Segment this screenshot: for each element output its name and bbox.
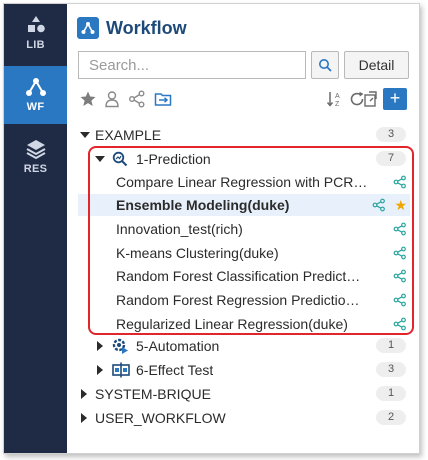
- automation-gear-icon: [112, 338, 128, 354]
- workflow-icon: [25, 78, 46, 96]
- folder-label: 6-Effect Test: [136, 362, 214, 378]
- folder-label: 5-Automation: [136, 338, 220, 354]
- favorite-star-icon[interactable]: ★: [394, 197, 407, 214]
- tree-item-workflow[interactable]: Innovation_test(rich): [78, 218, 410, 240]
- share-icon[interactable]: [393, 293, 407, 307]
- share-icon[interactable]: [393, 317, 407, 331]
- workflow-label: Compare Linear Regression with PCR…: [116, 174, 368, 190]
- sort-az-icon[interactable]: A Z: [326, 90, 344, 108]
- count-badge: 3: [376, 362, 406, 377]
- tree-folder-user-workflow[interactable]: USER_WORKFLOW 2: [78, 407, 410, 429]
- add-workflow-button[interactable]: +: [383, 88, 407, 110]
- panel-header: Workflow: [77, 16, 187, 40]
- star-icon[interactable]: [79, 90, 97, 108]
- share-icon[interactable]: [393, 222, 407, 236]
- share-icon[interactable]: [393, 246, 407, 260]
- prediction-search-icon: [112, 151, 128, 167]
- search-button[interactable]: [311, 51, 339, 79]
- nav-rail: LIB WF RES: [4, 4, 67, 453]
- detail-button[interactable]: Detail: [344, 51, 409, 79]
- share-icon[interactable]: [393, 269, 407, 283]
- collapse-arrow-icon[interactable]: [95, 156, 105, 162]
- library-shapes-icon: [27, 16, 45, 33]
- tree-item-workflow[interactable]: Random Forest Regression Predictio…: [78, 289, 410, 311]
- rail-item-res[interactable]: RES: [4, 128, 67, 186]
- tree-folder-example[interactable]: EXAMPLE 3: [78, 124, 410, 146]
- folder-icon[interactable]: [154, 90, 172, 108]
- tree-item-workflow[interactable]: K-means Clustering(duke): [78, 242, 410, 264]
- layers-icon: [26, 140, 45, 159]
- share-icon[interactable]: [393, 175, 407, 189]
- svg-text:A: A: [335, 93, 340, 100]
- folder-label: USER_WORKFLOW: [95, 410, 226, 426]
- tree-item-workflow[interactable]: Random Forest Classification Predict…: [78, 265, 410, 287]
- workflow-label: Regularized Linear Regression(duke): [116, 316, 348, 332]
- tree-folder-1-prediction[interactable]: 1-Prediction 7: [78, 148, 410, 170]
- tree-folder-6-effect-test[interactable]: 6-Effect Test 3: [78, 359, 410, 381]
- workflow-panel: LIB WF RES Workflow Search... Detail A Z…: [3, 3, 420, 454]
- share-icon[interactable]: [128, 90, 146, 108]
- folder-label: SYSTEM-BRIQUE: [95, 386, 211, 402]
- rail-label-lib: LIB: [26, 39, 45, 51]
- tree-item-workflow-selected[interactable]: Ensemble Modeling(duke) ★: [78, 194, 410, 216]
- folder-label: 1-Prediction: [136, 151, 211, 167]
- expand-arrow-icon[interactable]: [97, 365, 103, 375]
- user-icon[interactable]: [103, 90, 121, 108]
- effect-test-icon: [112, 362, 130, 378]
- count-badge: 1: [376, 386, 406, 401]
- share-icon[interactable]: [372, 198, 386, 212]
- search-input[interactable]: [78, 51, 306, 79]
- folder-label: EXAMPLE: [95, 127, 162, 143]
- rail-label-res: RES: [23, 163, 48, 175]
- rail-item-wf[interactable]: WF: [4, 66, 67, 124]
- workflow-logo-icon: [77, 17, 99, 39]
- tree-item-workflow[interactable]: Regularized Linear Regression(duke): [78, 313, 410, 335]
- expand-arrow-icon[interactable]: [81, 413, 87, 423]
- rail-item-lib[interactable]: LIB: [4, 4, 67, 62]
- svg-text:Z: Z: [335, 101, 340, 108]
- workflow-label: Innovation_test(rich): [116, 221, 243, 237]
- expand-arrow-icon[interactable]: [81, 389, 87, 399]
- workflow-label: Ensemble Modeling(duke): [116, 197, 290, 213]
- count-badge: 1: [376, 338, 406, 353]
- count-badge: 7: [376, 151, 406, 166]
- tree-folder-system-brique[interactable]: SYSTEM-BRIQUE 1: [78, 383, 410, 405]
- count-badge: 3: [376, 127, 406, 142]
- tree-item-workflow[interactable]: Compare Linear Regression with PCR…: [78, 171, 410, 193]
- workflow-label: K-means Clustering(duke): [116, 245, 279, 261]
- rail-label-wf: WF: [26, 101, 45, 113]
- search-icon: [319, 59, 332, 72]
- workflow-label: Random Forest Regression Predictio…: [116, 292, 360, 308]
- collapse-arrow-icon[interactable]: [80, 132, 90, 138]
- page-title: Workflow: [106, 17, 187, 38]
- export-icon[interactable]: [361, 90, 379, 108]
- expand-arrow-icon[interactable]: [97, 341, 103, 351]
- tree-folder-5-automation[interactable]: 5-Automation 1: [78, 335, 410, 357]
- workflow-label: Random Forest Classification Predict…: [116, 268, 361, 284]
- count-badge: 2: [376, 410, 406, 425]
